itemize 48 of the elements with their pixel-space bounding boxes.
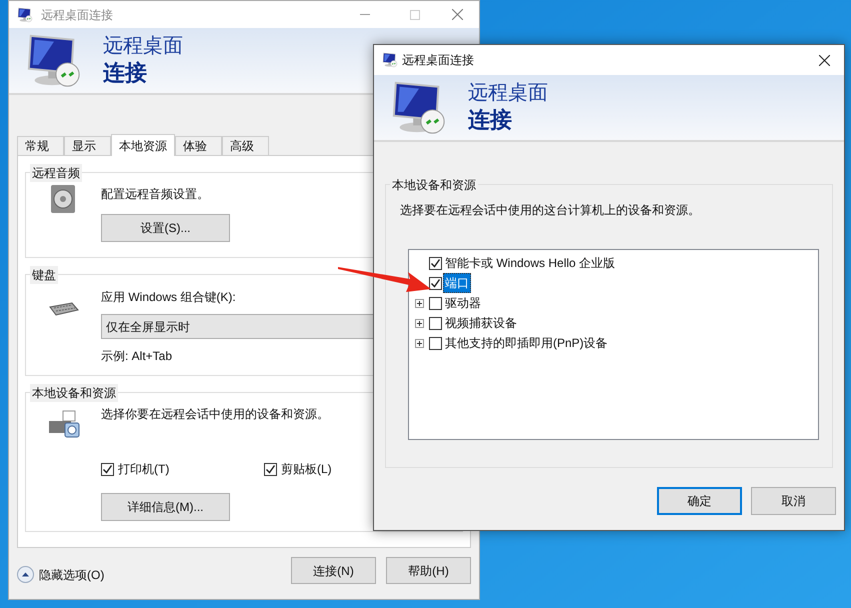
- group-label: 远程音频: [30, 164, 82, 182]
- banner-title: 远程桌面: [103, 34, 183, 60]
- settings-button[interactable]: 设置(S)...: [101, 214, 230, 242]
- keyboard-icon: [48, 301, 80, 317]
- checkbox[interactable]: [429, 316, 442, 330]
- ok-button[interactable]: 确定: [657, 487, 742, 515]
- tab[interactable]: 常规: [17, 136, 64, 155]
- tab[interactable]: 显示: [64, 136, 111, 155]
- close-icon[interactable]: [819, 54, 830, 66]
- checkbox[interactable]: [429, 276, 442, 290]
- collapse-up-icon[interactable]: [17, 566, 34, 583]
- tab[interactable]: 体验: [175, 136, 222, 155]
- group-label: 本地设备和资源: [30, 384, 118, 402]
- window-title: 远程桌面连接: [402, 52, 474, 69]
- checkbox[interactable]: [429, 296, 442, 310]
- window-title: 远程桌面连接: [41, 6, 113, 24]
- checkbox[interactable]: [264, 462, 277, 476]
- field-label: 应用 Windows 组合键(K):: [101, 289, 236, 306]
- banner-subtitle: 连接: [468, 106, 513, 134]
- expand-icon[interactable]: [414, 338, 424, 348]
- tree-item[interactable]: 端口: [443, 273, 471, 293]
- remote-desktop-icon: [382, 52, 398, 68]
- expand-icon[interactable]: [414, 298, 424, 308]
- group-label: 键盘: [30, 266, 58, 284]
- tree-item[interactable]: 驱动器: [443, 293, 483, 313]
- expand-icon[interactable]: [414, 318, 424, 328]
- cancel-button[interactable]: 取消: [751, 487, 836, 515]
- banner-subtitle: 连接: [103, 59, 148, 87]
- hide-options-link[interactable]: 隐藏选项(O): [39, 566, 104, 584]
- tab[interactable]: 高级: [222, 136, 269, 155]
- tree-item[interactable]: 智能卡或 Windows Hello 企业版: [443, 253, 618, 273]
- printer-camera-icon: [46, 409, 80, 439]
- description-text: 选择你要在远程会话中使用的设备和资源。: [101, 406, 330, 423]
- group-label: 本地设备和资源: [390, 176, 478, 194]
- checkbox-label: 剪贴板(L): [281, 461, 332, 478]
- description-text: 选择要在远程会话中使用的这台计算机上的设备和资源。: [400, 202, 700, 219]
- details-button[interactable]: 详细信息(M)...: [101, 493, 230, 521]
- checkbox[interactable]: [429, 256, 442, 270]
- banner-title: 远程桌面: [468, 81, 548, 106]
- checkbox[interactable]: [429, 336, 442, 350]
- example-text: 示例: Alt+Tab: [101, 348, 172, 365]
- dialog-button[interactable]: 连接(N): [291, 557, 376, 584]
- dialog-button[interactable]: 帮助(H): [386, 557, 471, 584]
- remote-desktop-icon: [17, 6, 33, 22]
- checkbox[interactable]: [101, 462, 114, 476]
- tab[interactable]: 本地资源: [111, 134, 175, 156]
- description-text: 配置远程音频设置。: [101, 186, 210, 203]
- checkbox-label: 打印机(T): [118, 461, 170, 478]
